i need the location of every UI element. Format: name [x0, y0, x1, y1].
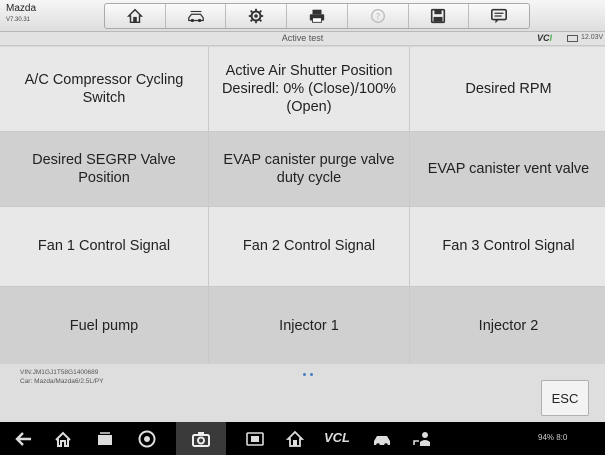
- test-tile[interactable]: Injector 2: [410, 287, 605, 365]
- maxisys-home-icon: [285, 430, 305, 447]
- print-button[interactable]: [287, 4, 348, 28]
- remote-expert-shortcut[interactable]: [412, 429, 432, 449]
- vcl-shortcut[interactable]: VCL: [324, 430, 350, 445]
- home-nav-icon: [55, 431, 71, 447]
- display-icon: [246, 432, 264, 446]
- car-text: Car: Mazda/Mazda6/2.5L/PY: [20, 378, 104, 385]
- test-tile[interactable]: Desired SEGRP Valve Position: [0, 132, 208, 206]
- test-tile[interactable]: EVAP canister purge valve duty cycle: [209, 132, 409, 206]
- page-indicator: [303, 373, 313, 376]
- esc-button[interactable]: ESC: [541, 380, 589, 416]
- test-tile[interactable]: Fan 3 Control Signal: [410, 207, 605, 286]
- test-tile[interactable]: Fuel pump: [0, 287, 208, 365]
- voltage-reading: 12.03V: [581, 34, 604, 41]
- camera-icon-wrap: [191, 429, 211, 449]
- message-button[interactable]: [469, 4, 529, 28]
- save-button[interactable]: [409, 4, 470, 28]
- vehicle-info-footer: VIN:JM1GJ1T58G1400689 Car: Mazda/Mazda6/…: [0, 364, 605, 422]
- home-icon: [126, 8, 143, 24]
- car-icon: [374, 436, 390, 447]
- recent-apps-button[interactable]: [95, 429, 115, 449]
- camera-icon: [192, 432, 210, 447]
- back-arrow-icon: [15, 432, 31, 446]
- vci-logo-accent: I: [549, 33, 553, 43]
- page-dot: [303, 373, 306, 376]
- app-version: V7.30.31: [6, 17, 31, 23]
- vehicle-shortcut[interactable]: [372, 429, 392, 449]
- browser-icon: [138, 430, 156, 448]
- test-tile[interactable]: Injector 1: [209, 287, 409, 365]
- print-icon: [309, 9, 325, 23]
- test-tile[interactable]: EVAP canister vent valve: [410, 132, 605, 206]
- message-icon: [491, 8, 508, 24]
- toolbar-button-group: ?: [104, 3, 530, 29]
- settings-button[interactable]: [226, 4, 288, 28]
- display-button[interactable]: [245, 429, 265, 449]
- vci-logo: VCI: [537, 33, 552, 43]
- app-title: Mazda: [6, 3, 37, 14]
- test-tile[interactable]: Active Air Shutter Position Desiredl: 0%…: [209, 47, 409, 131]
- test-tile[interactable]: Fan 1 Control Signal: [0, 207, 208, 286]
- vehicle-swap-button[interactable]: [166, 4, 227, 28]
- vin-text: VIN:JM1GJ1T58G1400689: [20, 369, 99, 376]
- page-dot: [310, 373, 313, 376]
- maxisys-home-button[interactable]: [285, 429, 305, 449]
- back-button[interactable]: [14, 429, 34, 449]
- help-button[interactable]: ?: [348, 4, 409, 28]
- system-nav-bar: VCL 94% 8:0: [0, 422, 605, 455]
- vehicle-swap-icon: [187, 10, 204, 23]
- page-title: Active test: [281, 33, 324, 43]
- recent-apps-icon: [98, 432, 112, 445]
- home-nav-button[interactable]: [53, 429, 73, 449]
- test-tile[interactable]: Fan 2 Control Signal: [209, 207, 409, 286]
- top-toolbar: Mazda V7.30.31 ?: [0, 0, 605, 32]
- system-status: 94% 8:0: [538, 433, 568, 442]
- browser-button[interactable]: [137, 429, 157, 449]
- status-bar: Active test VCI 12.03V: [0, 32, 605, 46]
- battery-icon: [567, 35, 578, 42]
- settings-icon: [249, 8, 264, 24]
- vci-logo-main: VC: [537, 33, 550, 43]
- svg-text:?: ?: [375, 13, 380, 23]
- remote-support-icon: [413, 432, 430, 446]
- test-tile[interactable]: Desired RPM: [410, 47, 605, 131]
- save-icon: [431, 8, 446, 24]
- active-test-grid: A/C Compressor Cycling Switch Active Air…: [0, 47, 605, 365]
- test-tile[interactable]: A/C Compressor Cycling Switch: [0, 47, 208, 131]
- help-icon: ?: [370, 9, 385, 23]
- home-button[interactable]: [105, 4, 166, 28]
- camera-button[interactable]: [176, 422, 226, 455]
